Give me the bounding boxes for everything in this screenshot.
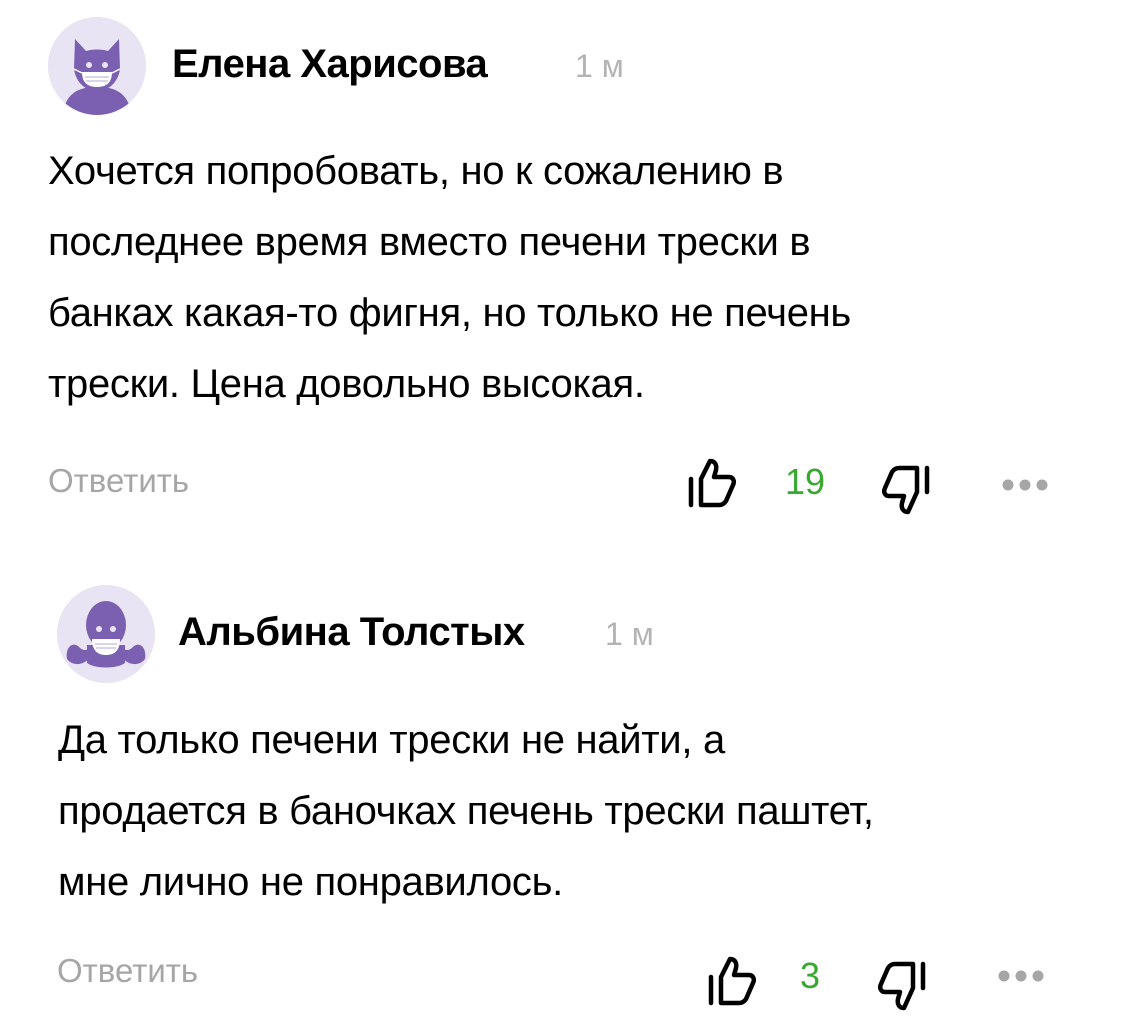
comment-time: 1 м (575, 48, 624, 84)
thumbs-up-icon[interactable] (706, 953, 758, 1009)
reply-button[interactable]: Ответить (57, 952, 198, 990)
comment-text-line: продается в баночках печень трески паште… (58, 789, 874, 833)
reply-button[interactable]: Ответить (48, 462, 189, 500)
comment-text-line: Да только печени трески не найти, а (58, 718, 725, 762)
like-count: 3 (800, 955, 821, 996)
comment-text: Хочется попробовать, но к сожалению в по… (48, 136, 1088, 420)
author-name[interactable]: Елена Харисова (172, 42, 488, 87)
comment-time: 1 м (605, 616, 654, 652)
comment-text-line: банках какая-то фигня, но только не пече… (48, 291, 851, 335)
comment-text-line: последнее время вместо печени трески в (48, 220, 811, 264)
author-name[interactable]: Альбина Толстых (178, 610, 525, 655)
thumbs-down-icon[interactable] (880, 462, 932, 518)
thumbs-down-icon[interactable] (876, 958, 928, 1014)
comment-text-line: мне лично не понравилось. (58, 860, 563, 904)
comment-text-line: трески. Цена довольно высокая. (48, 362, 645, 406)
like-count: 19 (785, 461, 826, 502)
comment-text: Да только печени трески не найти, а прод… (58, 705, 1098, 918)
avatar[interactable] (57, 585, 155, 683)
comment-text-line: Хочется попробовать, но к сожалению в (48, 149, 784, 193)
thumbs-up-icon[interactable] (686, 455, 738, 511)
more-dots-icon[interactable] (1002, 477, 1048, 493)
more-dots-icon[interactable] (998, 968, 1044, 984)
octopus-mask-avatar-icon (57, 585, 155, 683)
cat-mask-avatar-icon (48, 17, 146, 115)
avatar[interactable] (48, 17, 146, 115)
